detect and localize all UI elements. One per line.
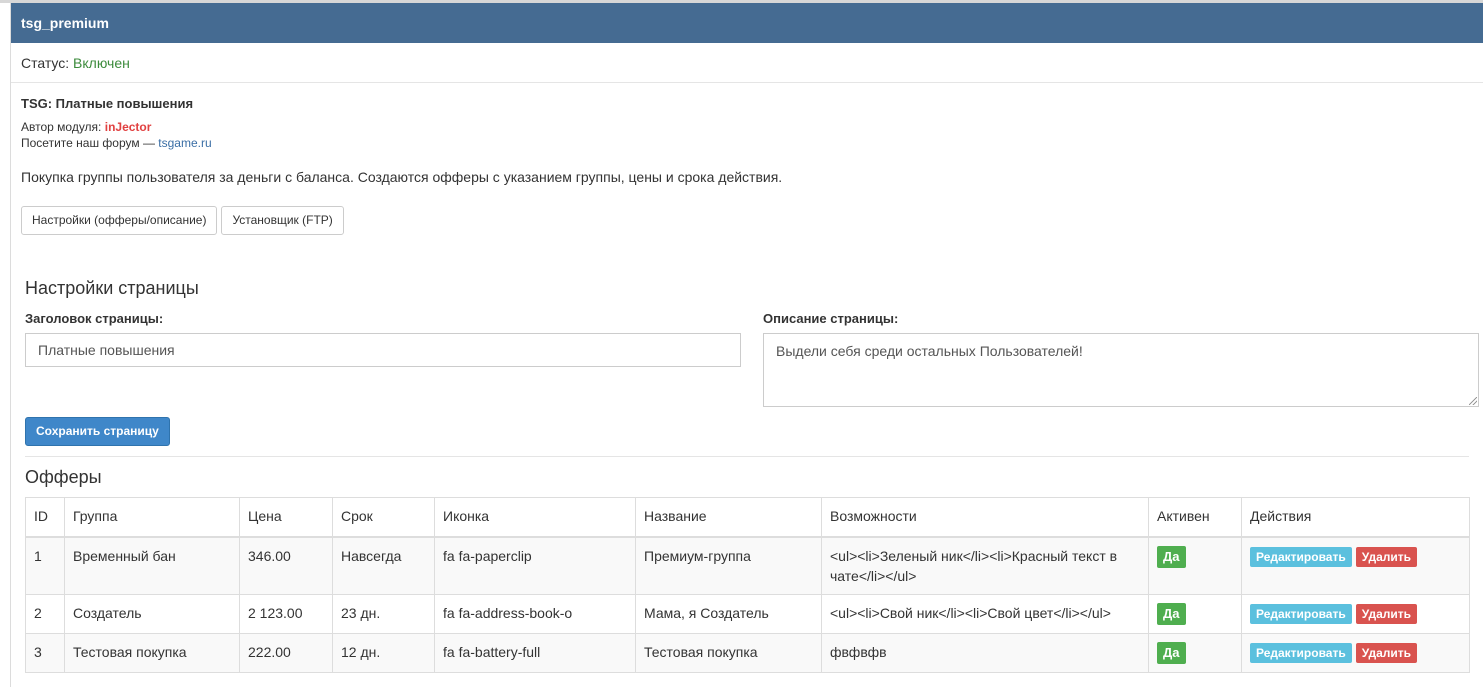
edit-button[interactable]: Редактировать [1250,603,1352,624]
table-row: 1 Временный бан 346.00 Навсегда fa fa-pa… [25,536,1470,595]
delete-button[interactable]: Удалить [1355,603,1418,624]
tab-buttons: Настройки (офферы/описание) Установщик (… [21,206,1473,235]
module-title: TSG: Платные повышения [21,96,194,111]
table-header-row: ID Группа Цена Срок Иконка Название Возм… [25,497,1470,538]
active-badge: Да [1157,545,1186,568]
edit-button[interactable]: Редактировать [1250,642,1352,663]
delete-button[interactable]: Удалить [1355,546,1418,567]
offers-heading: Офферы [25,467,102,487]
cell-features: <ul><li>Свой ник</li><li>Свой цвет</li><… [821,593,1149,634]
cell-features: <ul><li>Зеленый ник</li><li>Красный текс… [821,536,1149,595]
tab-installer[interactable]: Установщик (FTP) [221,206,344,235]
module-description: Покупка группы пользователя за деньги с … [21,169,783,185]
desc-field-label: Описание страницы: [763,311,899,326]
col-icon: Иконка [434,497,636,538]
author-name: inJector [104,120,152,134]
edit-button[interactable]: Редактировать [1250,546,1352,567]
delete-button[interactable]: Удалить [1355,642,1418,663]
table-row: 2 Создатель 2 123.00 23 дн. fa fa-addres… [25,593,1470,634]
cell-icon: fa fa-address-book-o [434,593,636,634]
cell-icon: fa fa-battery-full [434,632,636,673]
author-label: Автор модуля: [21,120,102,134]
cell-price: 2 123.00 [239,593,333,634]
tab-settings[interactable]: Настройки (офферы/описание) [21,206,218,235]
col-id: ID [25,497,65,538]
cell-name: Мама, я Создатель [635,593,822,634]
cell-id: 2 [25,593,65,634]
cell-icon: fa fa-paperclip [434,536,636,595]
module-info: TSG: Платные повышения Автор модуля: inJ… [11,83,1483,235]
forum-link[interactable]: tsgame.ru [158,136,211,150]
cell-active: Да [1148,593,1242,634]
cell-actions: Редактировать Удалить [1241,593,1470,634]
col-actions: Действия [1241,497,1470,538]
cell-actions: Редактировать Удалить [1241,632,1470,673]
cell-active: Да [1148,632,1242,673]
cell-name: Тестовая покупка [635,632,822,673]
resize-handle-icon[interactable] [1469,397,1477,405]
col-name: Название [635,497,822,538]
offers-section: Офферы [25,466,1469,488]
status-value: Включен [73,55,130,71]
author-line: Автор модуля: inJector [21,119,1473,135]
cell-active: Да [1148,536,1242,595]
cell-term: Навсегда [332,536,435,595]
forum-line: Посетите наш форум — tsgame.ru [21,135,1473,151]
cell-price: 346.00 [239,536,333,595]
cell-group: Временный бан [64,536,240,595]
forum-label: Посетите наш форум — [21,136,155,150]
save-page-button[interactable]: Сохранить страницу [25,417,170,446]
cell-id: 1 [25,536,65,595]
panel-title: tsg_premium [11,3,1483,43]
desc-field[interactable]: Выдели себя среди остальных Пользователе… [763,333,1479,407]
divider [25,456,1469,457]
active-badge: Да [1157,602,1186,625]
offers-table: ID Группа Цена Срок Иконка Название Возм… [25,497,1470,673]
col-features: Возможности [821,497,1149,538]
desc-field-value: Выдели себя среди остальных Пользователе… [776,343,1083,359]
cell-features: фвфвфв [821,632,1149,673]
page-settings-heading: Настройки страницы [25,278,199,298]
offers-table-wrap: ID Группа Цена Срок Иконка Название Возм… [25,497,1470,673]
title-field[interactable]: Платные повышения [25,333,741,367]
table-row: 3 Тестовая покупка 222.00 12 дн. fa fa-b… [25,632,1470,673]
save-row: Сохранить страницу [25,417,1469,446]
col-price: Цена [239,497,333,538]
active-badge: Да [1157,641,1186,664]
cell-term: 23 дн. [332,593,435,634]
desc-field-group: Описание страницы: Выдели себя среди ост… [763,311,1479,407]
cell-group: Создатель [64,593,240,634]
cell-id: 3 [25,632,65,673]
title-field-group: Заголовок страницы: Платные повышения [25,311,741,367]
cell-term: 12 дн. [332,632,435,673]
col-term: Срок [332,497,435,538]
cell-actions: Редактировать Удалить [1241,536,1470,595]
col-active: Активен [1148,497,1242,538]
col-group: Группа [64,497,240,538]
cell-group: Тестовая покупка [64,632,240,673]
cell-name: Премиум-группа [635,536,822,595]
cell-price: 222.00 [239,632,333,673]
status-label: Статус: [21,55,70,71]
status-row: Статус: Включен [11,43,1483,83]
title-field-label: Заголовок страницы: [25,311,164,326]
page-settings-section: Настройки страницы [25,277,1469,299]
